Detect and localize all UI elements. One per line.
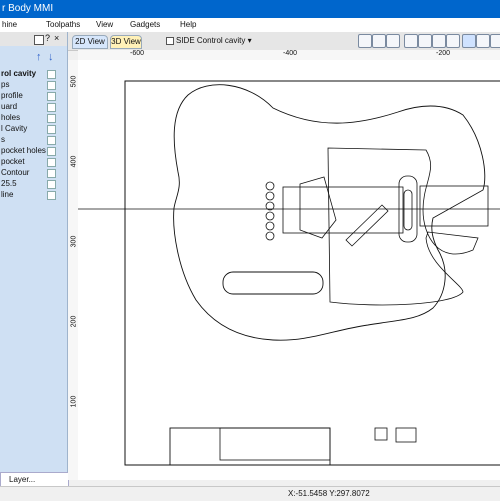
neck-pocket	[282, 186, 404, 234]
close-icon[interactable]: ×	[54, 33, 59, 43]
drawing-canvas[interactable]	[78, 60, 500, 480]
ruler-label: 500	[70, 75, 78, 88]
ferrule-hole	[265, 221, 275, 231]
layers-icon[interactable]	[490, 34, 500, 48]
visibility-checkbox[interactable]	[47, 191, 56, 200]
visibility-checkbox[interactable]	[47, 158, 56, 167]
menu-bar: hine Toolpaths View Gadgets Help	[0, 18, 500, 33]
visibility-checkbox[interactable]	[47, 92, 56, 101]
visibility-checkbox[interactable]	[47, 125, 56, 134]
layer-dropdown-label: Layer...	[9, 475, 36, 484]
visibility-checkbox[interactable]	[47, 147, 56, 156]
side-cavity-small	[374, 427, 388, 441]
panel-options-icon[interactable]	[34, 35, 44, 45]
layer-item[interactable]: rol cavity	[0, 69, 60, 80]
ruler-label: 400	[70, 155, 78, 168]
layer-item[interactable]: holes	[0, 113, 60, 124]
layer-item[interactable]: l Cavity	[0, 124, 60, 135]
pan-icon[interactable]	[404, 34, 418, 48]
side-cavity	[395, 427, 417, 443]
layer-selector[interactable]: SIDE Control cavity ▾	[166, 36, 252, 48]
help-icon[interactable]: ?	[45, 33, 50, 43]
layer-item[interactable]: uard	[0, 102, 60, 113]
side-pocket	[219, 427, 331, 461]
layer-item[interactable]: pocket holes	[0, 146, 60, 157]
neck-pickup-cavity	[299, 176, 337, 239]
ruler-label: -600	[130, 50, 145, 57]
layer-item[interactable]: pocket	[0, 157, 60, 168]
side-profile	[169, 427, 331, 466]
menu-item-help[interactable]: Help	[180, 20, 196, 29]
bridge-pickup-inner	[403, 189, 413, 231]
guitar-body-drawing	[78, 80, 500, 466]
visibility-checkbox[interactable]	[47, 169, 56, 178]
visibility-checkbox[interactable]	[47, 70, 56, 79]
tab-3d-view[interactable]: 3D View	[110, 35, 142, 49]
layer-item[interactable]: ps	[0, 80, 60, 91]
snap-icon[interactable]	[462, 34, 476, 48]
visibility-checkbox[interactable]	[47, 114, 56, 123]
layers-panel: ? × ↑ ↓ rol cavity ps profile uard holes…	[0, 32, 69, 500]
control-cavity	[222, 271, 324, 295]
status-bar: X:-51.5458 Y:297.8072	[0, 486, 500, 501]
layer-item[interactable]: s	[0, 135, 60, 146]
title-bar: r Body MMI	[0, 0, 500, 18]
ferrule-hole	[265, 211, 275, 221]
zoom-in-icon[interactable]	[418, 34, 432, 48]
menu-item-machine[interactable]: hine	[2, 20, 17, 29]
ruler-label: -400	[283, 50, 298, 57]
move-down-icon[interactable]: ↓	[48, 51, 54, 63]
zoom-out-icon[interactable]	[432, 34, 446, 48]
visibility-checkbox[interactable]	[47, 103, 56, 112]
zoom-fit-icon[interactable]	[372, 34, 386, 48]
zoom-box-icon[interactable]	[358, 34, 372, 48]
tab-2d-view[interactable]: 2D View	[72, 35, 108, 49]
layer-item[interactable]: 25.5	[0, 179, 60, 190]
ruler-label: -200	[436, 50, 451, 57]
material-boundary	[124, 80, 500, 466]
rhythm-slot	[345, 204, 389, 247]
zoom-previous-icon[interactable]	[446, 34, 460, 48]
lock-icon[interactable]	[476, 34, 490, 48]
layer-icon	[166, 36, 174, 45]
layer-item[interactable]: profile	[0, 91, 60, 102]
visibility-checkbox[interactable]	[47, 136, 56, 145]
menu-item-view[interactable]: View	[96, 20, 113, 29]
ferrule-hole	[265, 231, 275, 241]
move-up-icon[interactable]: ↑	[36, 51, 42, 63]
layer-item[interactable]: Contour	[0, 168, 60, 179]
cursor-coordinates: X:-51.5458 Y:297.8072	[288, 489, 370, 498]
visibility-checkbox[interactable]	[47, 81, 56, 90]
ferrule-hole	[265, 181, 275, 191]
ferrule-hole	[265, 191, 275, 201]
visibility-checkbox[interactable]	[47, 180, 56, 189]
ruler-label: 200	[70, 315, 78, 328]
layer-item[interactable]: line	[0, 190, 60, 201]
view-toolbar: 2D View 3D View SIDE Control cavity ▾	[68, 32, 500, 51]
ruler-label: 100	[70, 395, 78, 408]
panel-toolbar: ? ×	[0, 32, 67, 46]
menu-item-toolpaths[interactable]: Toolpaths	[46, 20, 80, 29]
menu-item-gadgets[interactable]: Gadgets	[130, 20, 160, 29]
window-title: r Body MMI	[2, 3, 54, 14]
ruler-label: 300	[70, 235, 78, 248]
grid-icon[interactable]	[386, 34, 400, 48]
